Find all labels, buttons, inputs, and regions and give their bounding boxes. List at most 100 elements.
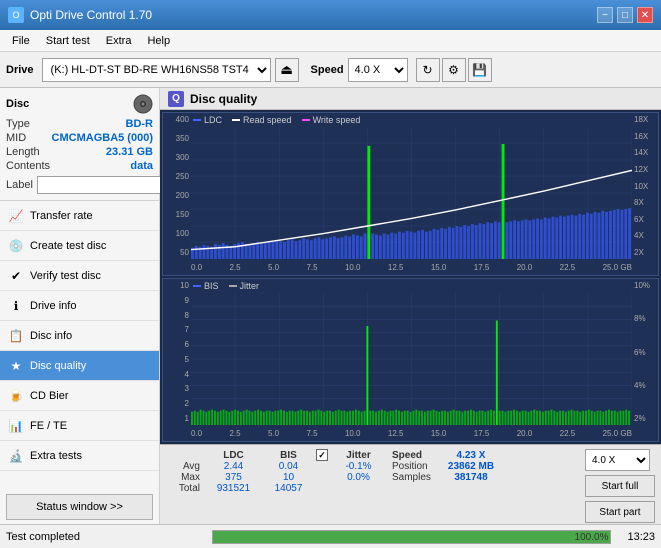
- jitter-legend: Jitter: [240, 281, 260, 291]
- write-speed-legend: Write speed: [313, 115, 361, 125]
- sidebar-item-extra-tests[interactable]: 🔬 Extra tests: [0, 441, 159, 471]
- disc-title: Disc: [6, 98, 29, 110]
- speed-label: Speed: [386, 449, 446, 461]
- drive-select[interactable]: (K:) HL-DT-ST BD-RE WH16NS58 TST4: [42, 58, 271, 82]
- create-disc-label: Create test disc: [30, 240, 106, 252]
- jitter-checkbox[interactable]: ✓: [316, 449, 328, 461]
- menu-file[interactable]: File: [4, 33, 38, 49]
- upper-chart-canvas: [191, 127, 632, 259]
- progress-text: 100.0%: [575, 532, 609, 543]
- right-controls: 4.0 X Start full Start part: [581, 449, 655, 523]
- toolbar: Drive (K:) HL-DT-ST BD-RE WH16NS58 TST4 …: [0, 52, 661, 88]
- jitter-header: Jitter: [331, 449, 386, 461]
- stats-table: LDC BIS ✓ Jitter Speed 4.23 X: [166, 449, 577, 494]
- sidebar-item-transfer-rate[interactable]: 📈 Transfer rate: [0, 201, 159, 231]
- type-value: BD-R: [126, 118, 154, 130]
- position-value: 23862 MB: [446, 461, 496, 472]
- progress-bar: 100.0%: [212, 530, 611, 544]
- max-bis: 10: [261, 472, 316, 483]
- sidebar-item-fe-te[interactable]: 📊 FE / TE: [0, 411, 159, 441]
- save-button[interactable]: 💾: [468, 58, 492, 82]
- extra-tests-icon: 🔬: [8, 448, 24, 464]
- lower-chart: BIS Jitter 10 9 8 7 6 5 4 3 2 1: [162, 278, 659, 442]
- status-time: 13:23: [627, 531, 655, 543]
- transfer-rate-label: Transfer rate: [30, 210, 93, 222]
- transfer-rate-icon: 📈: [8, 208, 24, 224]
- right-panel: Q Disc quality LDC Read speed Write spee…: [160, 88, 661, 524]
- lower-chart-legend: BIS Jitter: [193, 281, 259, 291]
- mid-value: CMCMAGBA5 (000): [52, 132, 153, 144]
- refresh-button[interactable]: ↻: [416, 58, 440, 82]
- avg-jitter: -0.1%: [331, 461, 386, 472]
- length-label: Length: [6, 146, 40, 158]
- drive-info-label: Drive info: [30, 300, 76, 312]
- status-window-button[interactable]: Status window >>: [6, 494, 153, 520]
- start-full-button[interactable]: Start full: [585, 475, 655, 497]
- sidebar-item-cd-bier[interactable]: 🍺 CD Bier: [0, 381, 159, 411]
- avg-ldc: 2.44: [206, 461, 261, 472]
- disc-quality-icon: ★: [8, 358, 24, 374]
- status-text: Test completed: [6, 531, 204, 543]
- samples-label: Samples: [386, 472, 446, 483]
- app-title: Opti Drive Control 1.70: [30, 8, 152, 22]
- sidebar-item-disc-info[interactable]: 📋 Disc info: [0, 321, 159, 351]
- verify-disc-icon: ✔: [8, 268, 24, 284]
- sidebar-item-drive-info[interactable]: ℹ Drive info: [0, 291, 159, 321]
- max-jitter: 0.0%: [331, 472, 386, 483]
- label-input[interactable]: [37, 176, 175, 194]
- menu-bar: File Start test Extra Help: [0, 30, 661, 52]
- drive-info-icon: ℹ: [8, 298, 24, 314]
- start-part-button[interactable]: Start part: [585, 501, 655, 523]
- upper-chart-legend: LDC Read speed Write speed: [193, 115, 360, 125]
- type-label: Type: [6, 118, 30, 130]
- disc-quality-label: Disc quality: [30, 360, 86, 372]
- read-speed-legend: Read speed: [243, 115, 292, 125]
- create-disc-icon: 💿: [8, 238, 24, 254]
- fe-te-icon: 📊: [8, 418, 24, 434]
- disc-quality-title: Disc quality: [190, 92, 257, 106]
- minimize-button[interactable]: −: [597, 7, 613, 23]
- ldc-header: LDC: [206, 449, 261, 461]
- disc-quality-header-icon: Q: [168, 91, 184, 107]
- title-bar: O Opti Drive Control 1.70 − □ ✕: [0, 0, 661, 30]
- fe-te-label: FE / TE: [30, 420, 67, 432]
- lower-x-axis: 0.0 2.5 5.0 7.5 10.0 12.5 15.0 17.5 20.0…: [191, 425, 632, 441]
- disc-image-icon: [133, 94, 153, 114]
- avg-bis: 0.04: [261, 461, 316, 472]
- samples-value: 381748: [446, 472, 496, 483]
- app-icon: O: [8, 7, 24, 23]
- total-ldc: 931521: [206, 483, 261, 494]
- sidebar-item-create-test-disc[interactable]: 💿 Create test disc: [0, 231, 159, 261]
- speed-value: 4.23 X: [446, 449, 496, 461]
- verify-disc-label: Verify test disc: [30, 270, 101, 282]
- cd-bier-label: CD Bier: [30, 390, 69, 402]
- avg-row-label: Avg: [166, 461, 206, 472]
- label-label: Label: [6, 179, 33, 191]
- sidebar-item-verify-test-disc[interactable]: ✔ Verify test disc: [0, 261, 159, 291]
- upper-y-axis-right: 18X 16X 14X 12X 10X 8X 6X 4X 2X: [632, 113, 658, 257]
- upper-y-axis-left: 400 350 300 250 200 150 100 50: [163, 113, 191, 257]
- cd-bier-icon: 🍺: [8, 388, 24, 404]
- disc-quality-header: Q Disc quality: [160, 88, 661, 110]
- speed-select-stats[interactable]: 4.0 X: [585, 449, 650, 471]
- disc-info-label: Disc info: [30, 330, 72, 342]
- length-value: 23.31 GB: [106, 146, 153, 158]
- speed-label: Speed: [311, 64, 344, 76]
- total-bis: 14057: [261, 483, 316, 494]
- menu-start-test[interactable]: Start test: [38, 33, 98, 49]
- menu-extra[interactable]: Extra: [98, 33, 140, 49]
- maximize-button[interactable]: □: [617, 7, 633, 23]
- menu-help[interactable]: Help: [139, 33, 178, 49]
- lower-y-axis-right: 10% 8% 6% 4% 2%: [632, 279, 658, 423]
- upper-x-axis: 0.0 2.5 5.0 7.5 10.0 12.5 15.0 17.5 20.0…: [191, 259, 632, 275]
- extra-tests-label: Extra tests: [30, 450, 82, 462]
- max-row-label: Max: [166, 472, 206, 483]
- status-bar: Test completed 100.0% 13:23: [0, 524, 661, 548]
- settings-button[interactable]: ⚙: [442, 58, 466, 82]
- eject-button[interactable]: ⏏: [275, 58, 299, 82]
- speed-select[interactable]: 4.0 X: [348, 58, 408, 82]
- close-button[interactable]: ✕: [637, 7, 653, 23]
- contents-value: data: [130, 160, 153, 172]
- bottom-panel: LDC BIS ✓ Jitter Speed 4.23 X: [160, 444, 661, 524]
- sidebar-item-disc-quality[interactable]: ★ Disc quality: [0, 351, 159, 381]
